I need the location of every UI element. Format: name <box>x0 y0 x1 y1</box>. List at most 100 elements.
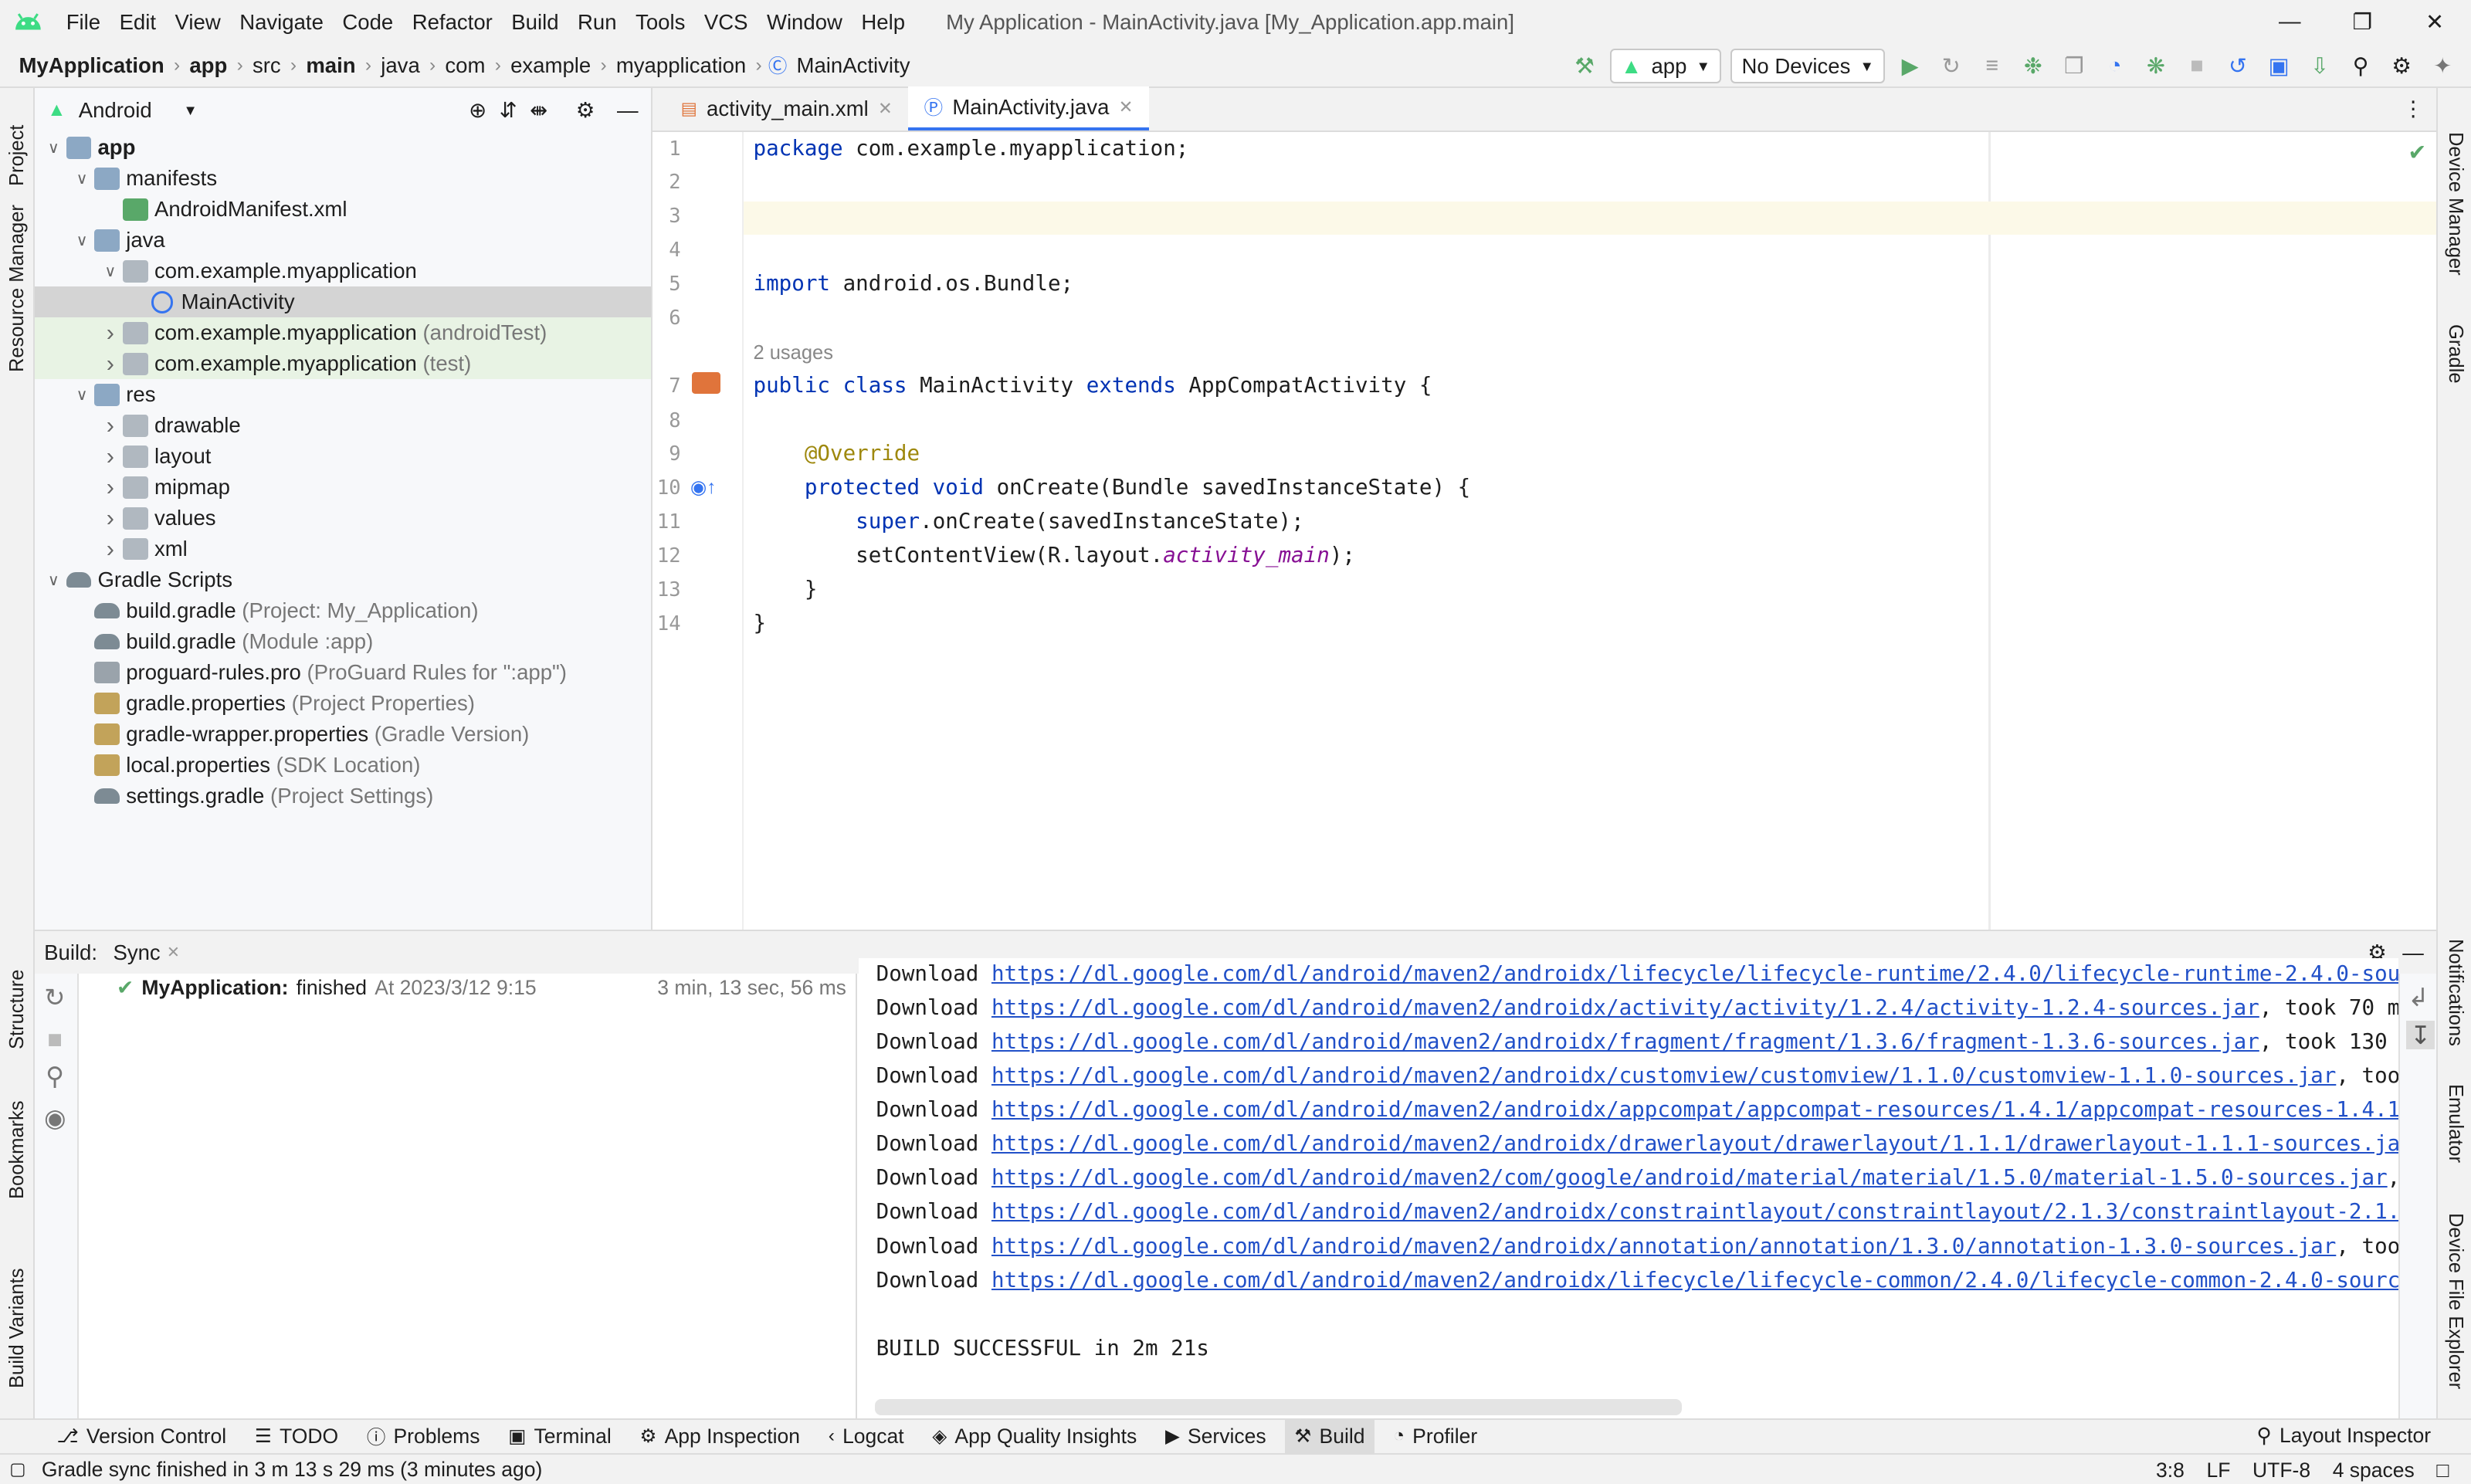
code-line[interactable]: } <box>753 577 818 601</box>
menu-vcs[interactable]: VCS <box>695 0 758 44</box>
more-tabs-icon[interactable]: ⋮ <box>2402 86 2424 130</box>
resync-icon[interactable]: ↻ <box>44 983 65 1012</box>
structure-tool-tab[interactable]: Structure <box>6 970 29 1049</box>
close-icon[interactable]: ✕ <box>2398 0 2471 44</box>
eye-icon[interactable]: ◉ <box>44 1103 66 1133</box>
code-line[interactable]: setContentView(R.layout.activity_main); <box>753 543 1355 568</box>
file-encoding[interactable]: UTF-8 <box>2252 1459 2310 1482</box>
build-task-row[interactable]: ✔ MyApplication: finished At 2023/3/12 9… <box>117 974 537 1002</box>
bottom-tab-services[interactable]: ▶ Services <box>1156 1419 1276 1454</box>
bottom-tab-logcat[interactable]: ‹ Logcat <box>819 1419 913 1454</box>
menu-tools[interactable]: Tools <box>626 0 695 44</box>
tree-item[interactable]: gradle.properties (Project Properties) <box>35 688 651 719</box>
download-link[interactable]: https://dl.google.com/dl/android/maven2/… <box>991 1029 2259 1054</box>
expand-all-icon[interactable]: ⇵ <box>500 98 517 123</box>
download-link[interactable]: https://dl.google.com/dl/android/maven2/… <box>991 995 2259 1020</box>
menu-help[interactable]: Help <box>852 0 914 44</box>
chevron-right-icon[interactable]: › <box>98 320 124 347</box>
close-tab-icon[interactable]: ✕ <box>1119 97 1134 117</box>
build-output-line[interactable]: Download https://dl.google.com/dl/androi… <box>876 961 2398 986</box>
tree-item[interactable]: › mipmap <box>35 472 651 503</box>
hide-panel-icon[interactable]: — <box>2402 940 2424 965</box>
assistant-icon[interactable]: ✦ <box>2427 50 2459 82</box>
breadcrumb-item[interactable]: MainActivity <box>787 53 919 78</box>
tree-item[interactable]: build.gradle (Project: My_Application) <box>35 595 651 626</box>
tree-item[interactable]: › drawable <box>35 410 651 441</box>
stop-icon[interactable]: ■ <box>2181 50 2213 82</box>
resource-manager-tool-tab[interactable]: Resource Manager <box>6 205 29 372</box>
code-line[interactable]: @Override <box>753 441 920 466</box>
tree-item[interactable]: ∨ com.example.myapplication <box>35 256 651 286</box>
collapse-all-icon[interactable]: ⇼ <box>530 98 547 123</box>
tree-item[interactable]: MainActivity <box>34 286 651 318</box>
layout-inspector-tab[interactable]: ⚲ Layout Inspector <box>2256 1418 2431 1453</box>
code-line[interactable]: 2 usages <box>753 340 833 364</box>
gradle-tool-tab[interactable]: Gradle <box>2444 324 2466 384</box>
download-link[interactable]: https://dl.google.com/dl/android/maven2/… <box>991 1097 2398 1122</box>
chevron-down-icon[interactable]: ∨ <box>41 571 66 590</box>
bottom-tab-todo[interactable]: ☰ TODO <box>246 1419 348 1454</box>
download-link[interactable]: https://dl.google.com/dl/android/maven2/… <box>991 1131 2398 1156</box>
device-select[interactable]: No Devices ▼ <box>1730 49 1885 84</box>
bookmarks-tool-tab[interactable]: Bookmarks <box>6 1100 29 1199</box>
chevron-down-icon[interactable]: ∨ <box>41 138 66 158</box>
code-editor[interactable]: package com.example.myapplication; import… <box>744 132 2437 930</box>
status-toggle-icon[interactable]: ▢ <box>9 1459 25 1479</box>
download-link[interactable]: https://dl.google.com/dl/android/maven2/… <box>991 1234 2336 1259</box>
locate-icon[interactable]: ⊕ <box>469 98 486 123</box>
apply-changes-icon[interactable]: ≡ <box>1976 50 2008 82</box>
build-output-line[interactable]: Download https://dl.google.com/dl/androi… <box>876 1268 2398 1293</box>
chevron-down-icon[interactable]: ∨ <box>69 169 95 188</box>
breadcrumb-item[interactable]: app <box>180 53 236 78</box>
lock-icon[interactable]: □ <box>2436 1459 2449 1482</box>
build-output-console[interactable]: Download https://dl.google.com/dl/androi… <box>859 957 2399 1418</box>
tree-item[interactable]: gradle-wrapper.properties (Gradle Versio… <box>35 719 651 750</box>
bottom-tab-app-inspection[interactable]: ⚙ App Inspection <box>630 1419 809 1454</box>
run-config-select[interactable]: ▲ app ▼ <box>1609 49 1722 84</box>
build-variants-tool-tab[interactable]: Build Variants <box>6 1268 29 1387</box>
tree-item[interactable]: ∨ res <box>35 379 651 410</box>
menu-navigate[interactable]: Navigate <box>230 0 333 44</box>
download-link[interactable]: https://dl.google.com/dl/android/maven2/… <box>991 961 2398 986</box>
project-view-select[interactable]: Android <box>79 98 152 123</box>
menu-refactor[interactable]: Refactor <box>402 0 502 44</box>
breadcrumb-item[interactable]: com <box>436 53 495 78</box>
soft-wrap-icon[interactable]: ↲ <box>2408 983 2429 1012</box>
chevron-down-icon[interactable]: ∨ <box>69 231 95 250</box>
download-link[interactable]: https://dl.google.com/dl/android/maven2/… <box>991 1165 2388 1190</box>
make-project-hammer-icon[interactable]: ⚒ <box>1569 50 1601 82</box>
code-line[interactable]: } <box>753 611 766 635</box>
download-link[interactable]: https://dl.google.com/dl/android/maven2/… <box>991 1268 2398 1293</box>
bottom-tab-profiler[interactable]: ◔ Profiler <box>1384 1419 1486 1454</box>
coverage-icon[interactable]: ❋ <box>2141 50 2172 82</box>
menu-view[interactable]: View <box>165 0 230 44</box>
download-link[interactable]: https://dl.google.com/dl/android/maven2/… <box>991 1199 2398 1224</box>
build-output-line[interactable]: Download https://dl.google.com/dl/androi… <box>876 1165 2398 1190</box>
build-output-line[interactable]: Download https://dl.google.com/dl/androi… <box>876 995 2398 1020</box>
build-output-line[interactable]: Download https://dl.google.com/dl/androi… <box>876 1063 2398 1088</box>
restore-icon[interactable]: ❐ <box>2326 0 2398 44</box>
code-line[interactable]: protected void onCreate(Bundle savedInst… <box>753 475 1470 500</box>
attach-debugger-icon[interactable]: ❐ <box>2058 50 2090 82</box>
status-message[interactable]: Gradle sync finished in 3 m 13 s 29 ms (… <box>42 1458 542 1482</box>
menu-code[interactable]: Code <box>333 0 402 44</box>
chevron-right-icon[interactable]: › <box>98 505 124 532</box>
sync-gradle-icon[interactable]: ↺ <box>2222 50 2254 82</box>
breadcrumb-item[interactable]: myapplication <box>607 53 756 78</box>
horizontal-scrollbar[interactable] <box>874 1399 1682 1415</box>
sdk-manager-icon[interactable]: ⇩ <box>2304 50 2336 82</box>
close-tab-icon[interactable]: ✕ <box>878 99 893 119</box>
build-output-line[interactable]: Download https://dl.google.com/dl/androi… <box>876 1199 2398 1224</box>
chevron-right-icon[interactable]: › <box>98 474 124 501</box>
code-line[interactable]: super.onCreate(savedInstanceState); <box>753 509 1303 534</box>
chevron-right-icon[interactable]: › <box>98 443 124 470</box>
bottom-tab-problems[interactable]: ⓘ Problems <box>358 1419 490 1454</box>
breadcrumb-item[interactable]: example <box>501 53 601 78</box>
tree-item[interactable]: › values <box>35 503 651 534</box>
tree-item[interactable]: proguard-rules.pro (ProGuard Rules for "… <box>35 657 651 688</box>
tab-sync[interactable]: Sync ✕ <box>113 940 180 965</box>
bottom-tab-app-quality-insights[interactable]: ◈ App Quality Insights <box>923 1419 1146 1454</box>
device-manager-icon[interactable]: ▣ <box>2263 50 2295 82</box>
device-file-explorer-tool-tab[interactable]: Device File Explorer <box>2444 1213 2466 1389</box>
bottom-tab-version-control[interactable]: ⎇ Version Control <box>47 1419 236 1454</box>
